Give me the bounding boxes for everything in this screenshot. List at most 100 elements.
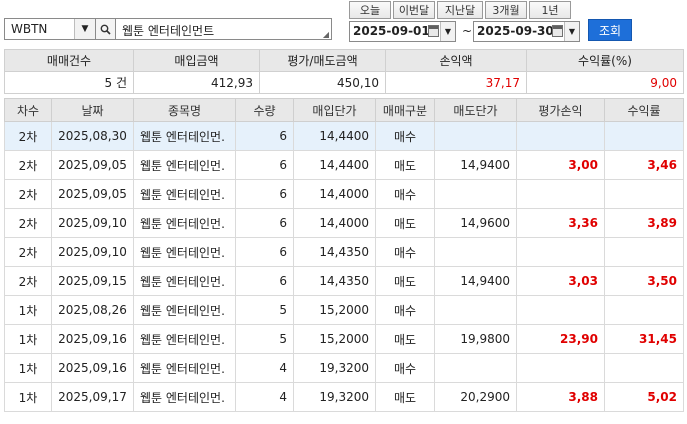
- table-row[interactable]: 1차 2025,08,26 웹툰 엔터테인먼. 5 15,2000 매수: [4, 295, 684, 325]
- row-round: 2차: [4, 266, 52, 296]
- table-row[interactable]: 1차 2025,09,16 웹툰 엔터테인먼. 5 15,2000 매도 19,9800 23…: [4, 324, 684, 354]
- row-name: 웹툰 엔터테인먼.: [133, 179, 236, 209]
- row-sell-price: [434, 295, 517, 325]
- row-return: [604, 179, 684, 209]
- row-date: 2025,09,17: [51, 382, 134, 412]
- row-pl: [516, 179, 605, 209]
- row-round: 2차: [4, 150, 52, 180]
- search-button[interactable]: [96, 18, 116, 40]
- summary-header-buy-amount: 매입금액: [133, 49, 260, 72]
- row-buy-price: 19,3200: [293, 353, 376, 383]
- start-date-picker[interactable]: 2025-09-01 ▼: [349, 21, 456, 42]
- calendar-icon[interactable]: [428, 25, 439, 37]
- table-row[interactable]: 1차 2025,09,16 웹툰 엔터테인먼. 4 19,3200 매수: [4, 353, 684, 383]
- col-header-name[interactable]: 종목명: [133, 98, 236, 122]
- row-return: 3,46: [604, 150, 684, 180]
- chevron-down-icon[interactable]: ▼: [564, 22, 579, 41]
- table-row[interactable]: 2차 2025,09,10 웹툰 엔터테인먼. 6 14,4000 매도 14,9600 3,…: [4, 208, 684, 238]
- summary-return: 9,00: [526, 71, 684, 94]
- row-qty: 5: [235, 324, 294, 354]
- row-buy-price: 14,4350: [293, 266, 376, 296]
- row-trade-type: 매수: [375, 237, 435, 267]
- summary-table: 매매건수 매입금액 평가/매도금액 손익액 수익률(%) 5 건 412,93 …: [4, 49, 684, 94]
- row-buy-price: 14,4000: [293, 179, 376, 209]
- row-qty: 4: [235, 353, 294, 383]
- summary-trade-count: 5 건: [4, 71, 134, 94]
- row-name: 웹툰 엔터테인먼.: [133, 208, 236, 238]
- row-round: 2차: [4, 237, 52, 267]
- summary-header-eval-amount: 평가/매도금액: [259, 49, 386, 72]
- row-trade-type: 매도: [375, 324, 435, 354]
- row-date: 2025,09,16: [51, 324, 134, 354]
- row-sell-price: [434, 121, 517, 151]
- summary-header-return: 수익률(%): [526, 49, 684, 72]
- period-1year-button[interactable]: 1년: [529, 1, 571, 19]
- row-name: 웹툰 엔터테인먼.: [133, 324, 236, 354]
- query-button[interactable]: 조회: [588, 19, 632, 41]
- row-round: 1차: [4, 382, 52, 412]
- ticker-select[interactable]: WBTN ▼: [4, 18, 96, 40]
- table-row[interactable]: 2차 2025,09,05 웹툰 엔터테인먼. 6 14,4000 매수: [4, 179, 684, 209]
- table-body: 2차 2025,08,30 웹툰 엔터테인먼. 6 14,4400 매수 2차 2025,09…: [4, 121, 684, 412]
- table-row[interactable]: 2차 2025,09,05 웹툰 엔터테인먼. 6 14,4400 매도 14,9400 3,…: [4, 150, 684, 180]
- row-buy-price: 15,2000: [293, 295, 376, 325]
- row-return: 3,89: [604, 208, 684, 238]
- row-pl: [516, 121, 605, 151]
- col-header-pl[interactable]: 평가손익: [516, 98, 605, 122]
- row-return: 5,02: [604, 382, 684, 412]
- summary-value-row: 5 건 412,93 450,10 37,17 9,00: [4, 71, 684, 94]
- col-header-round[interactable]: 차수: [4, 98, 52, 122]
- col-header-sell-price[interactable]: 매도단가: [434, 98, 517, 122]
- row-date: 2025,08,26: [51, 295, 134, 325]
- chevron-down-icon[interactable]: ▼: [440, 22, 455, 41]
- row-name: 웹툰 엔터테인먼.: [133, 295, 236, 325]
- row-return: [604, 237, 684, 267]
- row-trade-type: 매수: [375, 121, 435, 151]
- period-3months-button[interactable]: 3개월: [485, 1, 527, 19]
- row-return: [604, 121, 684, 151]
- row-round: 1차: [4, 295, 52, 325]
- table-row[interactable]: 2차 2025,08,30 웹툰 엔터테인먼. 6 14,4400 매수: [4, 121, 684, 151]
- period-this-month-button[interactable]: 이번달: [393, 1, 435, 19]
- row-pl: 3,36: [516, 208, 605, 238]
- table-row[interactable]: 2차 2025,09,10 웹툰 엔터테인먼. 6 14,4350 매수: [4, 237, 684, 267]
- stock-name: 웹툰 엔터테인먼트: [122, 24, 215, 38]
- chevron-down-icon[interactable]: ▼: [74, 19, 95, 39]
- row-trade-type: 매수: [375, 295, 435, 325]
- col-header-trade-type[interactable]: 매매구분: [375, 98, 435, 122]
- row-name: 웹툰 엔터테인먼.: [133, 121, 236, 151]
- search-icon: [100, 24, 111, 35]
- row-pl: 23,90: [516, 324, 605, 354]
- row-qty: 6: [235, 237, 294, 267]
- table-header-row: 차수 날짜 종목명 수량 매입단가 매매구분 매도단가 평가손익 수익률: [4, 98, 684, 122]
- row-qty: 4: [235, 382, 294, 412]
- row-sell-price: [434, 179, 517, 209]
- period-last-month-button[interactable]: 지난달: [437, 1, 483, 19]
- stock-name-field[interactable]: 웹툰 엔터테인먼트 ◢: [116, 18, 332, 40]
- col-header-buy-price[interactable]: 매입단가: [293, 98, 376, 122]
- col-header-date[interactable]: 날짜: [51, 98, 134, 122]
- table-row[interactable]: 2차 2025,09,15 웹툰 엔터테인먼. 6 14,4350 매도 14,9400 3,…: [4, 266, 684, 296]
- row-sell-price: 20,2900: [434, 382, 517, 412]
- row-sell-price: [434, 353, 517, 383]
- row-trade-type: 매수: [375, 179, 435, 209]
- row-buy-price: 14,4000: [293, 208, 376, 238]
- row-sell-price: 14,9400: [434, 266, 517, 296]
- row-qty: 6: [235, 208, 294, 238]
- row-sell-price: [434, 237, 517, 267]
- row-sell-price: 14,9600: [434, 208, 517, 238]
- row-return: [604, 295, 684, 325]
- col-header-qty[interactable]: 수량: [235, 98, 294, 122]
- row-round: 2차: [4, 208, 52, 238]
- row-round: 1차: [4, 353, 52, 383]
- period-today-button[interactable]: 오늘: [349, 1, 391, 19]
- summary-header-trade-count: 매매건수: [4, 49, 134, 72]
- col-header-return[interactable]: 수익률: [604, 98, 684, 122]
- calendar-icon[interactable]: [552, 25, 563, 37]
- row-pl: 3,88: [516, 382, 605, 412]
- row-date: 2025,09,10: [51, 237, 134, 267]
- row-trade-type: 매도: [375, 150, 435, 180]
- end-date-picker[interactable]: 2025-09-30 ▼: [473, 21, 580, 42]
- table-row[interactable]: 1차 2025,09,17 웹툰 엔터테인먼. 4 19,3200 매도 20,2900 3,…: [4, 382, 684, 412]
- trade-history-table: 차수 날짜 종목명 수량 매입단가 매매구분 매도단가 평가손익 수익률 2차 2…: [4, 98, 684, 412]
